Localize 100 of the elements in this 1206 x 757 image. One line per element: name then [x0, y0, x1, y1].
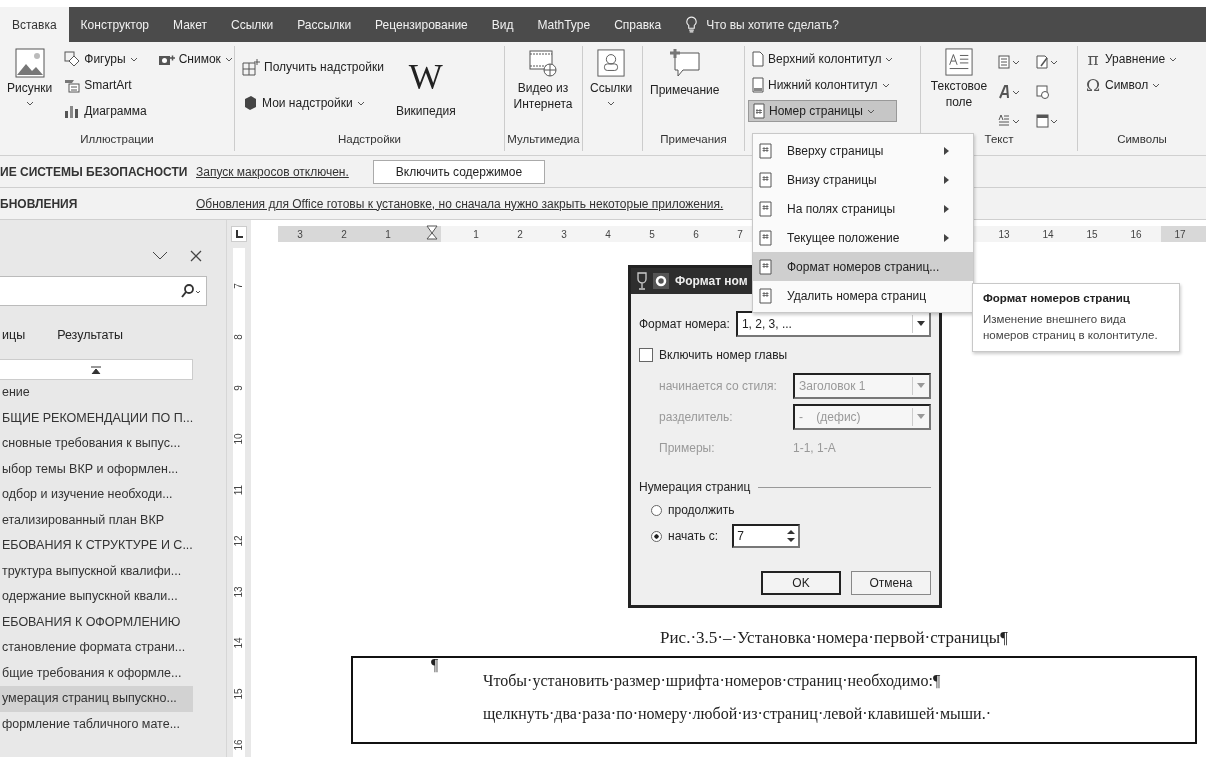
radio-button[interactable]: [651, 530, 662, 542]
ribbon-tab[interactable]: Вставка: [0, 7, 69, 42]
group-label: Примечания: [660, 133, 727, 147]
ruler-number: 1: [385, 228, 391, 240]
comment-button[interactable]: Примечание: [646, 46, 724, 133]
group-label: Нумерация страниц: [639, 480, 751, 494]
cancel-button[interactable]: Отмена: [851, 571, 931, 595]
start-number-spinner[interactable]: 7: [732, 524, 801, 548]
drop-cap-icon: [998, 114, 1020, 129]
close-icon[interactable]: [190, 250, 202, 262]
ribbon-tab[interactable]: MathType: [525, 7, 603, 42]
caret-icon: [224, 56, 233, 62]
field-label: разделитель:: [658, 409, 734, 424]
ribbon-tab[interactable]: Ссылки: [219, 7, 286, 42]
shapes-button[interactable]: Фигуры: [60, 48, 151, 70]
page-icon: [752, 77, 764, 93]
wikipedia-button[interactable]: W Википедия: [391, 46, 460, 133]
tab-stop-icon[interactable]: [231, 226, 247, 242]
heading-item[interactable]: БЩИЕ РЕКОМЕНДАЦИИ ПО П...: [0, 405, 193, 431]
heading-item[interactable]: умерация страниц выпускно...: [0, 686, 193, 712]
ruler-number: 13: [232, 586, 245, 598]
heading-item[interactable]: ение: [0, 380, 193, 406]
dropdown-arrow-icon: [917, 383, 925, 388]
symbol-button[interactable]: Ω Символ: [1081, 74, 1182, 96]
page-number-icon: [753, 103, 765, 119]
field-label: начинается со стиля:: [658, 378, 778, 393]
chevron-down-icon[interactable]: [152, 251, 168, 261]
bar-message: Запуск макросов отключен.: [196, 164, 349, 179]
ok-button[interactable]: OK: [761, 571, 841, 595]
menu-item[interactable]: Текущее положение: [753, 223, 973, 252]
nav-tab[interactable]: Результаты: [55, 328, 125, 342]
nav-tab[interactable]: ицы: [0, 328, 28, 342]
ribbon-tab[interactable]: Макет: [161, 7, 219, 42]
ribbon-tab[interactable]: Конструктор: [68, 7, 162, 42]
screenshot-button[interactable]: Снимок: [154, 48, 237, 70]
page-number-button[interactable]: Номер страницы: [748, 100, 898, 122]
heading-item[interactable]: бщие требования к оформле...: [0, 660, 193, 686]
links-button[interactable]: Ссылки: [586, 46, 637, 133]
text-box-button[interactable]: Текстовое поле: [924, 46, 994, 133]
menu-item[interactable]: Вверху страницы: [753, 136, 973, 165]
ribbon-tab[interactable]: Рассылки: [285, 7, 364, 42]
ribbon-tab[interactable]: Вид: [479, 7, 526, 42]
group-label: Мультимедиа: [507, 133, 580, 147]
heading-item[interactable]: формление табличного мате...: [0, 711, 193, 737]
radio-button[interactable]: [651, 504, 662, 516]
heading-item[interactable]: труктура выпускной квалифи...: [0, 558, 193, 584]
menu-item[interactable]: Формат номеров страниц...: [753, 252, 973, 281]
bar-message: Обновления для Office готовы к установке, но сначала нужно закрыть некоторые приложения.: [196, 196, 724, 211]
ruler-number: 15: [232, 688, 245, 700]
ruler-number: 3: [561, 228, 567, 240]
ruler-number: 6: [693, 228, 699, 240]
ruler-number: 11: [232, 484, 245, 496]
footer-button[interactable]: Нижний колонтитул: [748, 74, 898, 96]
ruler-number: 16: [1130, 228, 1142, 240]
heading-item[interactable]: ЕБОВАНИЯ К ОФОРМЛЕНИЮ: [0, 609, 193, 635]
ruler-number: 3: [297, 228, 303, 240]
header-button[interactable]: Верхний колонтитул: [748, 48, 898, 70]
ruler-number: 14: [1042, 228, 1054, 240]
indent-marker-icon[interactable]: [426, 225, 438, 243]
ruler-number: 15: [1086, 228, 1098, 240]
ruler-number: 14: [232, 637, 245, 649]
bar-title: ИЕ СИСТЕМЫ БЕЗОПАСНОСТИ: [0, 164, 189, 179]
paragraph-mark: ¶: [431, 656, 439, 674]
heading-item[interactable]: сновные требования к выпус...: [0, 431, 193, 457]
menu-item[interactable]: Удалить номера страниц: [753, 281, 973, 310]
checkbox[interactable]: [639, 347, 653, 362]
heading-item[interactable]: одбор и изучение необходи...: [0, 482, 193, 508]
heading-item[interactable]: одержание выпускной квали...: [0, 584, 193, 610]
heading-item[interactable]: етализированный план ВКР: [0, 507, 193, 533]
smartart-button[interactable]: SmartArt: [60, 74, 151, 96]
dropdown-arrow-icon: [917, 321, 925, 326]
group-label: Иллюстрации: [80, 133, 154, 147]
get-addins-button[interactable]: Получить надстройки: [238, 56, 388, 78]
my-addins-button[interactable]: Мои надстройки: [238, 92, 388, 114]
menu-item[interactable]: Внизу страницы: [753, 165, 973, 194]
ribbon-tab[interactable]: Рецензирование: [363, 7, 480, 42]
search-field[interactable]: [0, 276, 207, 306]
text-box-icon: [945, 48, 973, 76]
ribbon-tab[interactable]: Справка: [602, 7, 674, 42]
radio-label: продолжить: [668, 503, 735, 517]
menu-item[interactable]: На полях страницы: [753, 194, 973, 223]
heading-item[interactable]: становление формата страни...: [0, 635, 193, 661]
shapes-icon: [64, 51, 81, 67]
heading-item[interactable]: ЕБОВАНИЯ К СТРУКТУРЕ И С...: [0, 533, 193, 559]
online-video-button[interactable]: Видео из Интернета: [508, 46, 578, 133]
letter-a-icon: [998, 84, 1020, 99]
chart-button[interactable]: Диаграмма: [60, 100, 151, 122]
bar-title: БНОВЛЕНИЯ: [0, 196, 79, 211]
list-page-icon: [998, 55, 1020, 69]
equation-button[interactable]: π Уравнение: [1081, 48, 1182, 70]
submenu-arrow-icon: [944, 146, 949, 155]
tooltip-text: Изменение внешнего вида номеров страниц в колонтитуле.: [983, 312, 1159, 343]
pictures-button[interactable]: Рисунки: [3, 46, 57, 133]
enable-content-button[interactable]: Включить содержимое: [372, 159, 546, 184]
picture-icon: [14, 48, 45, 78]
search-icon: [180, 284, 202, 298]
ruler-number: 16: [232, 739, 245, 751]
tell-me-search[interactable]: Что вы хотите сделать?: [706, 17, 839, 32]
heading-item[interactable]: ыбор темы ВКР и оформлен...: [0, 456, 193, 482]
ruler-number: 17: [1174, 228, 1186, 240]
